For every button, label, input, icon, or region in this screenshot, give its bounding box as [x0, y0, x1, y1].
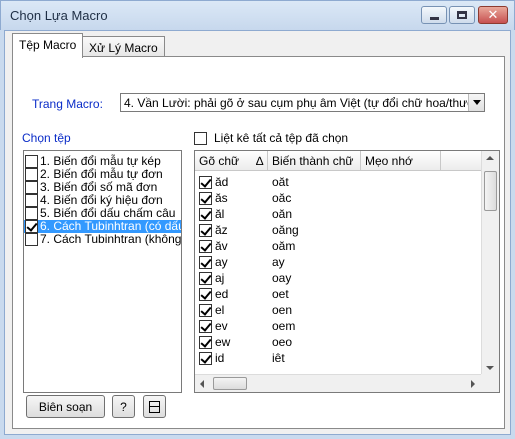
row-checkbox[interactable]	[199, 175, 212, 189]
table-row[interactable]: ăd oăt	[195, 174, 481, 189]
table-row[interactable]: el oen	[195, 302, 481, 317]
title-bar: Chọn Lựa Macro ✕	[0, 0, 515, 30]
macro-page-dropdown[interactable]: 4. Vần Lười: phải gõ ở sau cụm phụ âm Vi…	[120, 93, 485, 112]
row-checkbox[interactable]	[199, 239, 212, 253]
sort-ascending-icon: ∆	[256, 154, 264, 168]
table-row[interactable]: ăl oăn	[195, 206, 481, 221]
row-checkbox[interactable]	[199, 303, 212, 317]
minimize-icon	[429, 16, 439, 20]
row-checkbox[interactable]	[199, 191, 212, 205]
scroll-down-icon[interactable]	[486, 366, 494, 370]
table-row[interactable]: ay ay	[195, 254, 481, 269]
row-checkbox[interactable]	[199, 287, 212, 301]
row-checkbox[interactable]	[199, 319, 212, 333]
scroll-corner	[481, 374, 499, 392]
scroll-right-icon[interactable]	[471, 380, 475, 388]
row-checkbox[interactable]	[199, 223, 212, 237]
minimize-button[interactable]	[421, 6, 447, 24]
column-header-hint[interactable]: Mẹo nhớ	[361, 151, 441, 171]
row-checkbox[interactable]	[199, 335, 212, 349]
file-checkbox[interactable]	[25, 207, 38, 220]
maximize-button[interactable]	[449, 6, 475, 24]
row-checkbox[interactable]	[199, 207, 212, 221]
file-checkbox[interactable]	[25, 181, 38, 194]
horizontal-scrollbar[interactable]	[195, 374, 481, 392]
scroll-left-icon[interactable]	[200, 380, 204, 388]
tab-macro-file[interactable]: Tệp Macro	[12, 33, 84, 58]
table-row[interactable]: ed oet	[195, 286, 481, 301]
column-header-input[interactable]: Gõ chữ ∆	[195, 151, 268, 171]
table-row[interactable]: aj oay	[195, 270, 481, 285]
table-row[interactable]: ăz oăng	[195, 222, 481, 237]
table-header: Gõ chữ ∆ Biến thành chữ Mẹo nhớ	[195, 151, 481, 171]
macro-table[interactable]: Gõ chữ ∆ Biến thành chữ Mẹo nhớ ăd oăt ăs…	[194, 150, 500, 393]
split-view-icon	[149, 400, 160, 413]
tab-panel: Trang Macro: 4. Vần Lười: phải gõ ở sau …	[12, 56, 505, 429]
table-row[interactable]: ăv oăm	[195, 238, 481, 253]
list-all-checkbox[interactable]	[194, 131, 207, 145]
scroll-thumb[interactable]	[484, 171, 497, 211]
row-checkbox[interactable]	[199, 255, 212, 269]
file-checkbox[interactable]	[25, 233, 38, 246]
layout-button[interactable]	[143, 395, 166, 418]
list-all-option[interactable]: Liệt kê tất cả tệp đã chọn	[194, 131, 348, 145]
table-row[interactable]: id iêt	[195, 350, 481, 365]
dropdown-button[interactable]	[468, 94, 484, 111]
close-button[interactable]: ✕	[478, 6, 508, 24]
edit-button[interactable]: Biên soạn	[26, 395, 105, 418]
row-checkbox[interactable]	[199, 271, 212, 285]
file-checkbox[interactable]	[25, 220, 38, 233]
row-checkbox[interactable]	[199, 351, 212, 365]
file-checkbox[interactable]	[25, 168, 38, 181]
tab-macro-processing[interactable]: Xử Lý Macro	[82, 36, 165, 56]
list-all-label: Liệt kê tất cả tệp đã chọn	[214, 131, 349, 145]
close-icon: ✕	[487, 7, 499, 22]
file-list[interactable]: 1. Biến đổi mẫu tự kép 2. Biến đổi mẫu t…	[23, 150, 182, 393]
chevron-down-icon	[473, 100, 481, 105]
scroll-thumb-horizontal[interactable]	[213, 377, 247, 390]
table-row[interactable]: ew oeo	[195, 334, 481, 349]
maximize-icon	[457, 11, 467, 19]
file-checkbox[interactable]	[25, 194, 38, 207]
file-list-label: Chọn tệp	[22, 131, 71, 145]
column-header-output[interactable]: Biến thành chữ	[268, 151, 361, 171]
table-row[interactable]: ev oem	[195, 318, 481, 333]
file-checkbox[interactable]	[25, 155, 38, 168]
macro-page-label: Trang Macro:	[32, 97, 103, 111]
table-row[interactable]: ăs oăc	[195, 190, 481, 205]
window-title: Chọn Lựa Macro	[10, 8, 108, 23]
list-item[interactable]: 7. Cách Tubinhtran (không dấ	[24, 233, 181, 246]
help-button[interactable]: ?	[112, 395, 135, 418]
macro-page-value: 4. Vần Lười: phải gõ ở sau cụm phụ âm Vi…	[124, 96, 485, 110]
scroll-up-icon[interactable]	[486, 156, 494, 160]
file-label: 7. Cách Tubinhtran (không dấ	[40, 232, 182, 246]
window-body: Tệp Macro Xử Lý Macro Trang Macro: 4. Vầ…	[4, 30, 511, 435]
vertical-scrollbar[interactable]	[481, 151, 499, 375]
